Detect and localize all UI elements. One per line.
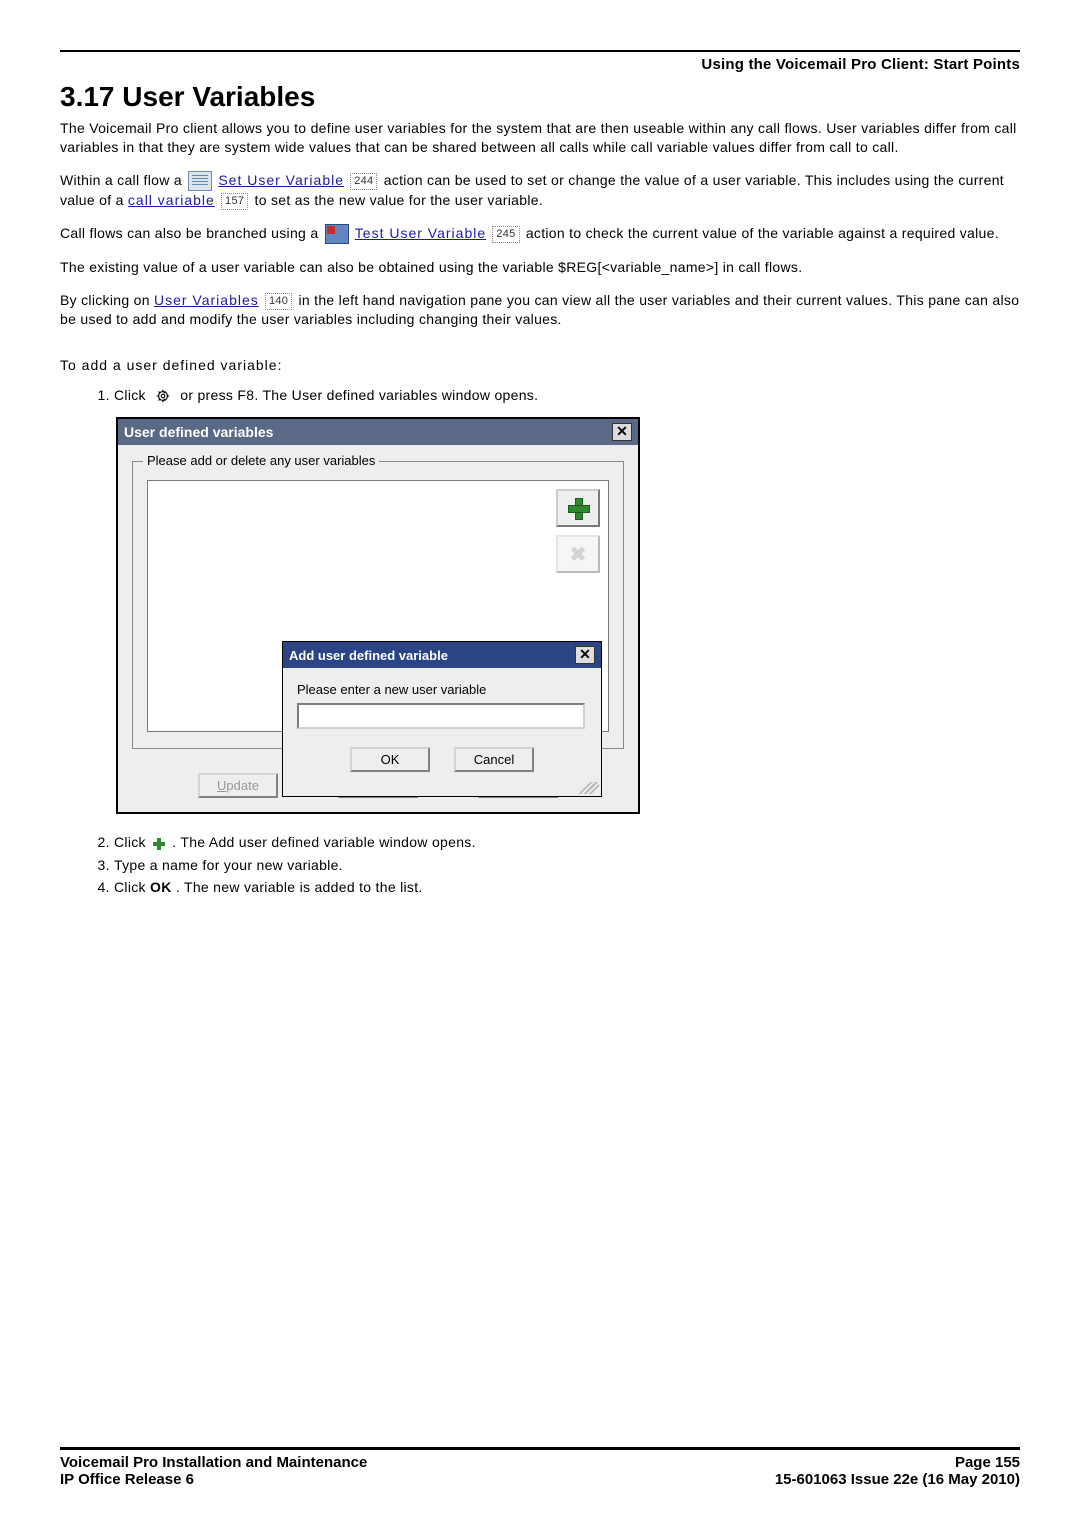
window-title: User defined variables — [124, 424, 273, 440]
link-set-user-variable[interactable]: Set User Variable — [218, 172, 344, 188]
para-nav: By clicking on User Variables 140 in the… — [60, 291, 1020, 329]
plus-icon — [568, 498, 588, 518]
step-2: Click . The Add user defined variable wi… — [114, 834, 1020, 850]
step-3: Type a name for your new variable. — [114, 857, 1020, 873]
dialog-titlebar[interactable]: Add user defined variable ✕ — [283, 642, 601, 668]
close-icon[interactable]: ✕ — [612, 423, 632, 441]
para-test-var: Call flows can also be branched using a … — [60, 224, 1020, 244]
page-ref: 157 — [221, 193, 248, 210]
link-user-variables[interactable]: User Variables — [154, 292, 259, 308]
fieldset-legend: Please add or delete any user variables — [143, 453, 379, 468]
new-variable-input[interactable] — [297, 703, 585, 729]
para-set-var: Within a call flow a Set User Variable 2… — [60, 171, 1020, 210]
gear-icon — [152, 387, 174, 405]
dialog-title: Add user defined variable — [289, 648, 448, 663]
step-1: Click or press F8. The User defined vari… — [114, 387, 1020, 405]
page-ref: 140 — [265, 293, 292, 310]
page-ref: 244 — [350, 173, 377, 190]
variables-fieldset: Please add or delete any user variables … — [132, 461, 624, 749]
add-variable-button[interactable] — [556, 489, 600, 527]
ok-label: OK — [150, 879, 172, 895]
section-heading: 3.17 User Variables — [60, 81, 1020, 113]
para-reg: The existing value of a user variable ca… — [60, 258, 1020, 277]
plus-icon — [152, 837, 166, 851]
footer-doc-title: Voicemail Pro Installation and Maintenan… — [60, 1454, 367, 1471]
link-call-variable[interactable]: call variable — [128, 192, 215, 208]
link-test-user-variable[interactable]: Test User Variable — [355, 225, 486, 241]
section-title: User Variables — [122, 81, 315, 112]
cancel-button[interactable]: Cancel — [454, 747, 534, 772]
variables-listbox[interactable]: ✖ Add user defined variable ✕ Please ent… — [147, 480, 609, 732]
footer-page: Page 155 — [955, 1454, 1020, 1471]
intro-paragraph: The Voicemail Pro client allows you to d… — [60, 119, 1020, 157]
ok-button[interactable]: OK — [350, 747, 430, 772]
window-titlebar[interactable]: User defined variables ✕ — [118, 419, 638, 445]
breadcrumb: Using the Voicemail Pro Client: Start Po… — [60, 56, 1020, 73]
update-button[interactable]: UUpdatepdate — [198, 773, 278, 798]
page-ref: 245 — [492, 226, 519, 243]
footer-release: IP Office Release 6 — [60, 1471, 194, 1488]
dialog-prompt: Please enter a new user variable — [297, 682, 587, 697]
page-footer: Voicemail Pro Installation and Maintenan… — [60, 1443, 1020, 1488]
step-4: Click OK . The new variable is added to … — [114, 879, 1020, 895]
set-user-variable-icon — [188, 171, 212, 191]
footer-issue: 15-601063 Issue 22e (16 May 2010) — [775, 1471, 1020, 1488]
procedure-heading: To add a user defined variable: — [60, 357, 1020, 373]
user-defined-variables-window: User defined variables ✕ Please add or d… — [116, 417, 640, 814]
delete-x-icon: ✖ — [570, 542, 587, 567]
delete-variable-button[interactable]: ✖ — [556, 535, 600, 573]
section-number: 3.17 — [60, 81, 115, 112]
resize-grip[interactable] — [559, 782, 599, 794]
add-user-variable-dialog: Add user defined variable ✕ Please enter… — [282, 641, 602, 797]
close-icon[interactable]: ✕ — [575, 646, 595, 664]
test-user-variable-icon — [325, 224, 349, 244]
